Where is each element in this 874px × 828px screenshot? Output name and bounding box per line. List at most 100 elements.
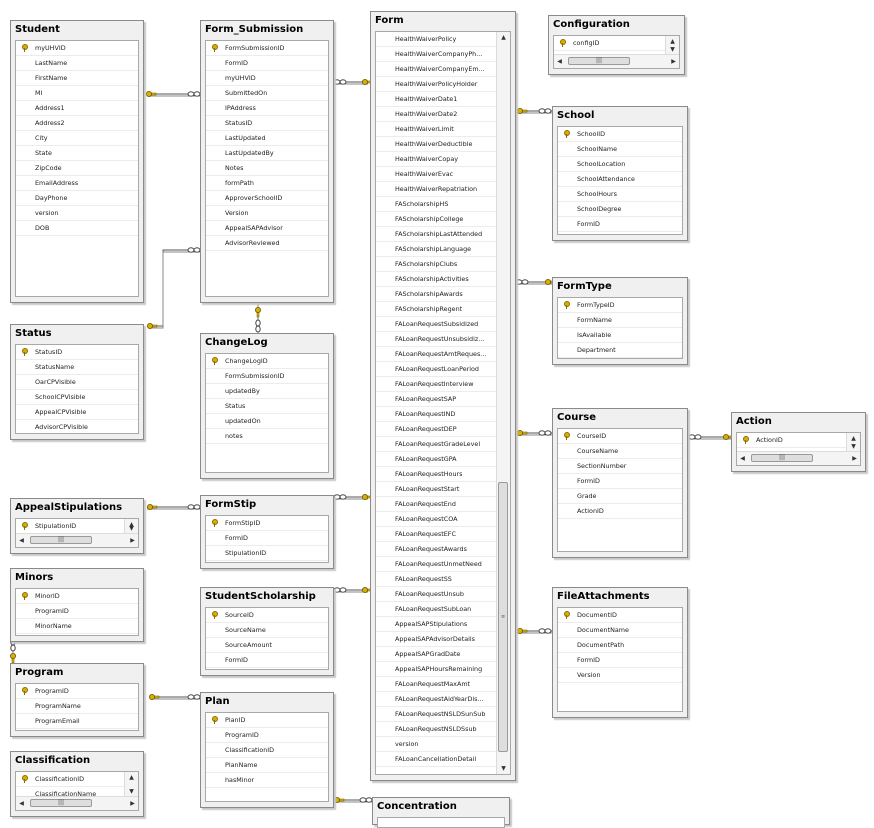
vertical-scrollbar[interactable]: ▲ ▼ <box>124 772 138 797</box>
column-row[interactable]: AppealSAPHoursRemaining <box>376 662 510 677</box>
table-title[interactable]: Form_Submission <box>201 21 333 39</box>
column-row[interactable]: FormID <box>558 217 682 232</box>
column-list[interactable]: SourceID SourceName SourceAmount FormID <box>205 607 329 670</box>
column-row[interactable]: CourseName <box>558 444 682 459</box>
column-row[interactable]: PlanName <box>206 758 328 773</box>
horizontal-scrollbar[interactable]: ◀ ||| ▶ <box>737 451 860 465</box>
column-list[interactable]: DocumentID DocumentName DocumentPath FormID… <box>557 607 683 712</box>
column-list[interactable]: PlanID ProgramID ClassificationID PlanName h… <box>205 712 329 802</box>
column-row[interactable]: StatusID <box>206 116 328 131</box>
column-list[interactable]: ActionID ▲ ▼ ◀ ||| ▶ <box>736 432 861 466</box>
column-row[interactable]: FAScholarshipRegent <box>376 302 510 317</box>
column-row[interactable]: version <box>16 206 138 221</box>
scroll-right-icon[interactable]: ▶ <box>127 534 138 547</box>
column-row[interactable]: HealthWaiverLimit <box>376 122 510 137</box>
vertical-scrollbar[interactable]: ▲ ▼ <box>846 433 860 452</box>
column-row[interactable]: FormStipID <box>206 516 328 531</box>
column-row[interactable]: SchoolCPVisible <box>16 390 138 405</box>
column-row[interactable]: FALoanRequestAwards <box>376 542 510 557</box>
column-row[interactable]: FALoanRequestUnsubsidiz... <box>376 332 510 347</box>
table-title[interactable]: Configuration <box>549 16 684 34</box>
column-row[interactable]: updatedBy <box>206 384 328 399</box>
column-row[interactable]: LastName <box>16 56 138 71</box>
column-row[interactable]: SchoolLocation <box>558 157 682 172</box>
column-row[interactable]: LastUpdated <box>206 131 328 146</box>
column-row[interactable]: FormID <box>206 531 328 546</box>
column-row[interactable]: ChangeLogID <box>206 354 328 369</box>
column-row[interactable]: SchoolDegree <box>558 202 682 217</box>
table-title[interactable]: Student <box>11 21 143 39</box>
column-row[interactable]: FALoanRequestSubsidized <box>376 317 510 332</box>
column-row[interactable]: PlanID <box>206 713 328 728</box>
column-row[interactable]: DOB <box>16 221 138 236</box>
column-row[interactable]: Department <box>558 343 682 358</box>
table-status[interactable]: Status StatusID StatusName OarCPVisible Scho… <box>10 324 144 440</box>
column-row[interactable]: FormSubmissionID <box>206 369 328 384</box>
column-row[interactable]: configID <box>554 36 679 51</box>
column-row[interactable]: ProgramID <box>206 728 328 743</box>
column-row[interactable]: FALoanRequestEnd <box>376 497 510 512</box>
column-row[interactable]: Notes <box>206 161 328 176</box>
column-list[interactable]: ChangeLogID FormSubmissionID updatedBy Stat… <box>205 353 329 473</box>
column-row[interactable]: StipulationID <box>206 546 328 561</box>
scroll-left-icon[interactable]: ◀ <box>16 534 27 547</box>
scroll-right-icon[interactable]: ▶ <box>849 452 860 465</box>
table-title[interactable]: FileAttachments <box>553 588 687 606</box>
table-classification[interactable]: Classification ClassificationID Classifica… <box>10 751 144 817</box>
column-row[interactable]: SchoolName <box>558 142 682 157</box>
column-row[interactable]: HealthWaiverDate2 <box>376 107 510 122</box>
column-row[interactable]: OarCPVisible <box>16 375 138 390</box>
scroll-thumb[interactable]: ||| <box>568 57 630 65</box>
column-list[interactable] <box>377 817 505 828</box>
column-list[interactable]: StatusID StatusName OarCPVisible SchoolCPVi… <box>15 344 139 434</box>
column-row[interactable]: AppealSAPAdvisor <box>206 221 328 236</box>
column-row[interactable]: StatusID <box>16 345 138 360</box>
horizontal-scrollbar[interactable]: ◀ ||| ▶ <box>554 54 679 68</box>
table-student[interactable]: Student myUHVID LastName FirstName MI Address… <box>10 20 144 303</box>
column-row[interactable]: ApproverSchoolID <box>206 191 328 206</box>
table-change-log[interactable]: ChangeLog ChangeLogID FormSubmissionID upda… <box>200 333 334 479</box>
column-row[interactable]: Address1 <box>16 101 138 116</box>
column-row[interactable]: FALoanRequestMaxAmt <box>376 677 510 692</box>
column-row[interactable]: IsAvailable <box>558 328 682 343</box>
table-program[interactable]: Program ProgramID ProgramName ProgramEmail <box>10 663 144 737</box>
column-row[interactable]: FALoanRequestDEP <box>376 422 510 437</box>
column-row[interactable]: HealthWaiverRepatriation <box>376 182 510 197</box>
table-school[interactable]: School SchoolID SchoolName SchoolLocation Sc… <box>552 106 688 241</box>
column-list[interactable]: StipulationID ▲ ▼ ◀ ||| ▶ <box>15 518 139 548</box>
table-title[interactable]: AppealStipulations <box>11 499 143 517</box>
column-row[interactable]: MI <box>16 86 138 101</box>
column-row[interactable]: Grade <box>558 489 682 504</box>
column-list[interactable]: configID ▲ ▼ ◀ ||| ▶ <box>553 35 680 69</box>
table-course[interactable]: Course CourseID CourseName SectionNumber For… <box>552 408 688 558</box>
table-student-scholarship[interactable]: StudentScholarship SourceID SourceName Sour… <box>200 587 334 676</box>
column-row[interactable]: ZipCode <box>16 161 138 176</box>
table-minors[interactable]: Minors MinorID ProgramID MinorName <box>10 568 144 642</box>
column-row[interactable]: FormID <box>206 653 328 668</box>
column-row[interactable]: updatedOn <box>206 414 328 429</box>
column-row[interactable]: FirstName <box>16 71 138 86</box>
column-row[interactable]: FALoanRequestEFC <box>376 527 510 542</box>
column-row[interactable]: AdvisorReviewed <box>206 236 328 251</box>
table-file-attachments[interactable]: FileAttachments DocumentID DocumentName Doc… <box>552 587 688 718</box>
column-row[interactable]: AppealSAPAdvisorDetails <box>376 632 510 647</box>
table-form-stip[interactable]: FormStip FormStipID FormID StipulationID <box>200 495 334 569</box>
column-row[interactable]: FAScholarshipLanguage <box>376 242 510 257</box>
column-list[interactable]: FormStipID FormID StipulationID <box>205 515 329 563</box>
column-row[interactable]: SubmittedOn <box>206 86 328 101</box>
column-row[interactable]: HealthWaiverDeductible <box>376 137 510 152</box>
scroll-left-icon[interactable]: ◀ <box>16 797 27 810</box>
column-row[interactable]: AppealSAPGradDate <box>376 647 510 662</box>
scroll-thumb[interactable]: ||| <box>751 454 813 462</box>
scroll-thumb[interactable]: ≡ <box>498 482 508 752</box>
column-row[interactable]: ActionID <box>737 433 860 448</box>
vertical-scrollbar[interactable]: ▲ ▼ <box>665 36 679 55</box>
column-row[interactable]: FALoanRequestUnmetNeed <box>376 557 510 572</box>
table-title[interactable]: School <box>553 107 687 125</box>
column-row[interactable]: FALoanRequestUnsub <box>376 587 510 602</box>
column-row[interactable]: FormID <box>558 653 682 668</box>
column-row[interactable]: FALoanCancellationDetail <box>376 752 510 767</box>
column-row[interactable]: FALoanRequestCOA <box>376 512 510 527</box>
column-list[interactable]: FormTypeID FormName IsAvailable Department <box>557 297 683 359</box>
table-title[interactable]: Minors <box>11 569 143 587</box>
